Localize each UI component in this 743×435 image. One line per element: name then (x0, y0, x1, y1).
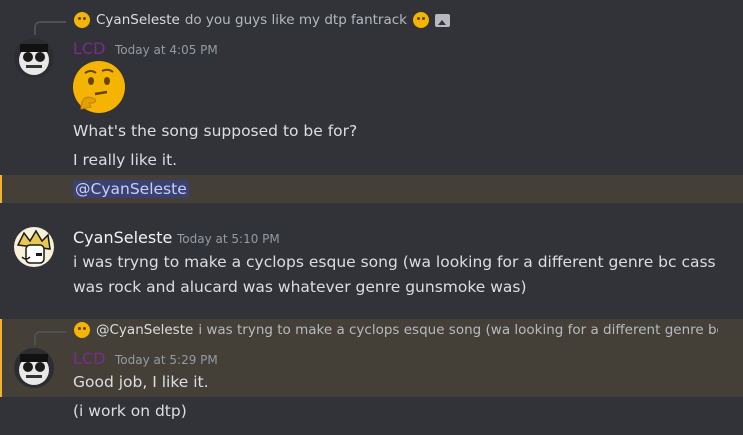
author-name[interactable]: CyanSeleste (73, 228, 172, 247)
author-name[interactable]: LCD (73, 39, 105, 58)
author-name[interactable]: LCD (73, 349, 105, 368)
reply-text[interactable]: do you guys like my dtp fantrack (185, 12, 407, 28)
reply-preview[interactable]: @CyanSeleste i was tryng to make a cyclo… (74, 322, 718, 338)
face-emoji-icon (74, 322, 90, 338)
message-line: What's the song supposed to be for? (73, 122, 358, 140)
message-line: Good job, I like it. (73, 373, 209, 391)
thinking-face-emoji[interactable] (73, 61, 125, 113)
face-emoji-icon (74, 12, 90, 28)
mention-highlight-bar (0, 175, 2, 203)
user-mention[interactable]: @CyanSeleste (73, 180, 189, 198)
message-line: i was tryng to make a cyclops esque song… (73, 253, 716, 271)
avatar-lcd[interactable] (14, 348, 54, 388)
message-line: (i work on dtp) (73, 402, 187, 420)
flushed-emoji-icon (413, 12, 429, 28)
message-line: I really like it. (73, 151, 178, 169)
mention-highlight-bar (0, 319, 2, 397)
message-line: @CyanSeleste (73, 178, 189, 200)
avatar-cyanseleste[interactable] (14, 227, 54, 267)
message-timestamp[interactable]: Today at 5:29 PM (115, 353, 218, 367)
reply-text[interactable]: i was tryng to make a cyclops esque song… (198, 322, 718, 338)
reply-author[interactable]: CyanSeleste (96, 12, 180, 28)
reply-preview[interactable]: CyanSeleste do you guys like my dtp fant… (74, 12, 450, 28)
message-timestamp[interactable]: Today at 4:05 PM (115, 43, 218, 57)
message-timestamp[interactable]: Today at 5:10 PM (177, 232, 280, 246)
reply-author[interactable]: @CyanSeleste (96, 322, 193, 338)
reply-connector (34, 331, 66, 345)
avatar-lcd[interactable] (14, 38, 54, 78)
message-line: was rock and alucard was whatever genre … (73, 278, 527, 296)
reply-connector (34, 21, 66, 35)
image-icon (435, 13, 450, 27)
